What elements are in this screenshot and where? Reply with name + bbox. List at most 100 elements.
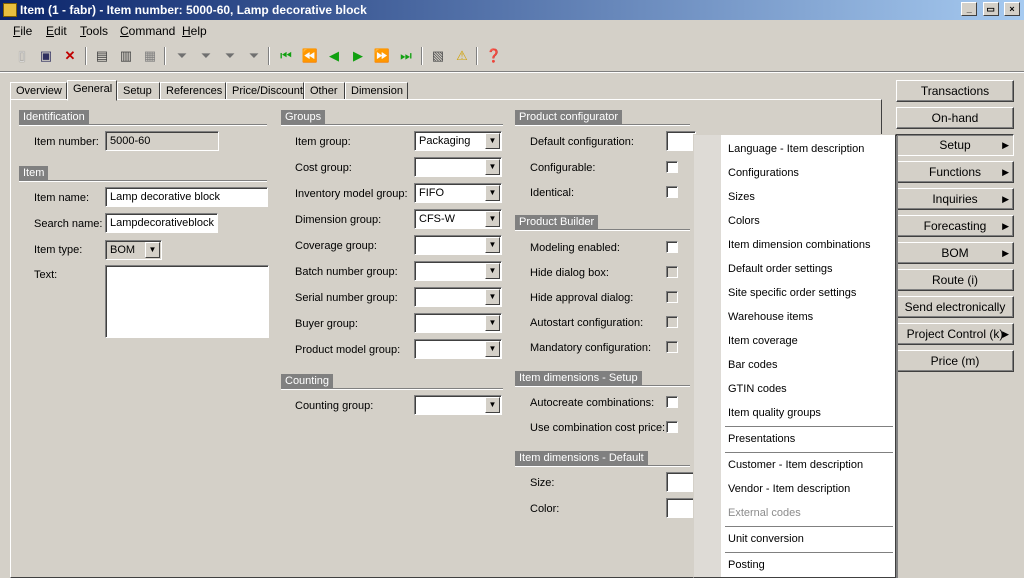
last-record-icon[interactable]: ⏭ bbox=[396, 46, 416, 66]
identical-checkbox[interactable] bbox=[666, 186, 678, 198]
tab-references[interactable]: References bbox=[160, 82, 226, 100]
menu-item-unit-conversion[interactable]: Unit conversion bbox=[728, 533, 804, 545]
product-model-group-select[interactable]: ▼ bbox=[414, 339, 502, 359]
first-record-icon[interactable]: ⏮ bbox=[276, 46, 296, 66]
previous-record-icon[interactable]: ◀ bbox=[324, 46, 344, 66]
menu-item-sizes[interactable]: Sizes bbox=[728, 191, 755, 203]
tab-dimension[interactable]: Dimension bbox=[345, 82, 408, 100]
search-name-field[interactable]: Lampdecorativeblock bbox=[105, 213, 218, 233]
menu-item-posting[interactable]: Posting bbox=[728, 559, 765, 571]
clipboard-icon[interactable]: ▧ bbox=[428, 46, 448, 66]
inventory-model-group-select[interactable]: FIFO ▼ bbox=[414, 183, 502, 203]
chevron-down-icon[interactable]: ▼ bbox=[485, 341, 500, 357]
send-electronically-button[interactable]: Send electronically bbox=[896, 296, 1014, 318]
save-icon[interactable]: ▣ bbox=[36, 46, 56, 66]
menu-item-item-coverage[interactable]: Item coverage bbox=[728, 335, 798, 347]
mandatory-configuration-checkbox[interactable] bbox=[666, 341, 678, 353]
menu-item-bar-codes[interactable]: Bar codes bbox=[728, 359, 778, 371]
item-type-select[interactable]: BOM ▼ bbox=[105, 240, 162, 260]
previous-page-icon[interactable]: ⏪ bbox=[300, 46, 320, 66]
chevron-down-icon[interactable]: ▼ bbox=[485, 237, 500, 253]
tab-other[interactable]: Other bbox=[304, 82, 345, 100]
chevron-down-icon[interactable]: ▼ bbox=[485, 185, 500, 201]
menu-item-vendor-item-description[interactable]: Vendor - Item description bbox=[728, 483, 850, 495]
menu-help[interactable]: Help bbox=[182, 24, 207, 38]
new-icon[interactable]: ▯ bbox=[12, 46, 32, 66]
batch-number-group-select[interactable]: ▼ bbox=[414, 261, 502, 281]
on-hand-button[interactable]: On-hand bbox=[896, 107, 1014, 129]
close-button[interactable]: × bbox=[1004, 2, 1020, 16]
autostart-configuration-checkbox[interactable] bbox=[666, 316, 678, 328]
filter-by-field-icon[interactable]: ⏷ bbox=[196, 46, 216, 66]
tab-price-discount[interactable]: Price/Discount bbox=[226, 82, 304, 100]
coverage-group-select[interactable]: ▼ bbox=[414, 235, 502, 255]
chevron-down-icon[interactable]: ▼ bbox=[485, 315, 500, 331]
menu-item-colors[interactable]: Colors bbox=[728, 215, 760, 227]
menu-item-customer-item-description[interactable]: Customer - Item description bbox=[728, 459, 863, 471]
delete-icon[interactable]: ✕ bbox=[60, 46, 80, 66]
menu-item-site-specific-order-settings[interactable]: Site specific order settings bbox=[728, 287, 856, 299]
chevron-down-icon[interactable]: ▼ bbox=[485, 211, 500, 227]
dimension-group-select[interactable]: CFS-W ▼ bbox=[414, 209, 502, 229]
item-group-select[interactable]: Packaging ▼ bbox=[414, 131, 502, 151]
counting-group-select[interactable]: ▼ bbox=[414, 395, 502, 415]
advanced-filter-icon[interactable]: ⏷ bbox=[220, 46, 240, 66]
print-icon[interactable]: ▤ bbox=[92, 46, 112, 66]
menu-command[interactable]: Command bbox=[120, 24, 175, 38]
price-button[interactable]: Price (m) bbox=[896, 350, 1014, 372]
project-control-button[interactable]: Project Control (k) ▶ bbox=[896, 323, 1014, 345]
functions-button[interactable]: Functions ▶ bbox=[896, 161, 1014, 183]
modeling-enabled-checkbox[interactable] bbox=[666, 241, 678, 253]
next-page-icon[interactable]: ⏩ bbox=[372, 46, 392, 66]
menu-item-configurations[interactable]: Configurations bbox=[728, 167, 799, 179]
menu-edit[interactable]: Edit bbox=[46, 24, 67, 38]
hide-dialog-box-checkbox[interactable] bbox=[666, 266, 678, 278]
color-field[interactable] bbox=[666, 498, 696, 518]
inquiries-button[interactable]: Inquiries ▶ bbox=[896, 188, 1014, 210]
print-preview-icon[interactable]: ▥ bbox=[116, 46, 136, 66]
tab-setup[interactable]: Setup bbox=[117, 82, 160, 100]
menu-item-warehouse-items[interactable]: Warehouse items bbox=[728, 311, 813, 323]
default-configuration-field[interactable] bbox=[666, 131, 696, 151]
menu-item-gtin-codes[interactable]: GTIN codes bbox=[728, 383, 787, 395]
chevron-down-icon[interactable]: ▼ bbox=[145, 242, 160, 258]
remove-filter-icon[interactable]: ⏷ bbox=[244, 46, 264, 66]
tab-overview[interactable]: Overview bbox=[10, 82, 67, 100]
use-combination-cost-price-checkbox[interactable] bbox=[666, 421, 678, 433]
cost-group-select[interactable]: ▼ bbox=[414, 157, 502, 177]
menu-file[interactable]: File bbox=[13, 24, 32, 38]
chevron-down-icon[interactable]: ▼ bbox=[485, 289, 500, 305]
bom-button[interactable]: BOM ▶ bbox=[896, 242, 1014, 264]
menu-tools[interactable]: Tools bbox=[80, 24, 108, 38]
forecasting-button[interactable]: Forecasting ▶ bbox=[896, 215, 1014, 237]
chevron-down-icon[interactable]: ▼ bbox=[485, 397, 500, 413]
filter-icon[interactable]: ⏷ bbox=[172, 46, 192, 66]
menu-item-default-order-settings[interactable]: Default order settings bbox=[728, 263, 833, 275]
chevron-down-icon[interactable]: ▼ bbox=[485, 263, 500, 279]
buyer-group-select[interactable]: ▼ bbox=[414, 313, 502, 333]
item-name-field[interactable]: Lamp decorative block bbox=[105, 187, 268, 207]
document-icon[interactable]: ▦ bbox=[140, 46, 160, 66]
menu-item-item-quality-groups[interactable]: Item quality groups bbox=[728, 407, 821, 419]
transactions-button[interactable]: Transactions bbox=[896, 80, 1014, 102]
route-button[interactable]: Route (i) bbox=[896, 269, 1014, 291]
menu-item-item-dimension-combinations[interactable]: Item dimension combinations bbox=[728, 239, 870, 251]
help-icon[interactable]: ❓ bbox=[484, 46, 504, 66]
setup-button[interactable]: Setup ▶ bbox=[896, 134, 1014, 156]
hide-approval-dialog-checkbox[interactable] bbox=[666, 291, 678, 303]
next-record-icon[interactable]: ▶ bbox=[348, 46, 368, 66]
minimize-button[interactable]: _ bbox=[961, 2, 978, 16]
chevron-down-icon[interactable]: ▼ bbox=[485, 159, 500, 175]
serial-number-group-select[interactable]: ▼ bbox=[414, 287, 502, 307]
menu-item-presentations[interactable]: Presentations bbox=[728, 433, 795, 445]
size-field[interactable] bbox=[666, 472, 696, 492]
maximize-button[interactable]: ▭ bbox=[982, 2, 999, 16]
tab-general[interactable]: General bbox=[67, 80, 117, 101]
menu-item-language-item-description[interactable]: Language - Item description bbox=[728, 143, 864, 155]
item-number-field[interactable]: 5000-60 bbox=[105, 131, 219, 151]
autocreate-combinations-checkbox[interactable] bbox=[666, 396, 678, 408]
text-area[interactable] bbox=[105, 265, 269, 338]
alert-icon[interactable]: ⚠ bbox=[452, 46, 472, 66]
chevron-down-icon[interactable]: ▼ bbox=[485, 133, 500, 149]
configurable-checkbox[interactable] bbox=[666, 161, 678, 173]
